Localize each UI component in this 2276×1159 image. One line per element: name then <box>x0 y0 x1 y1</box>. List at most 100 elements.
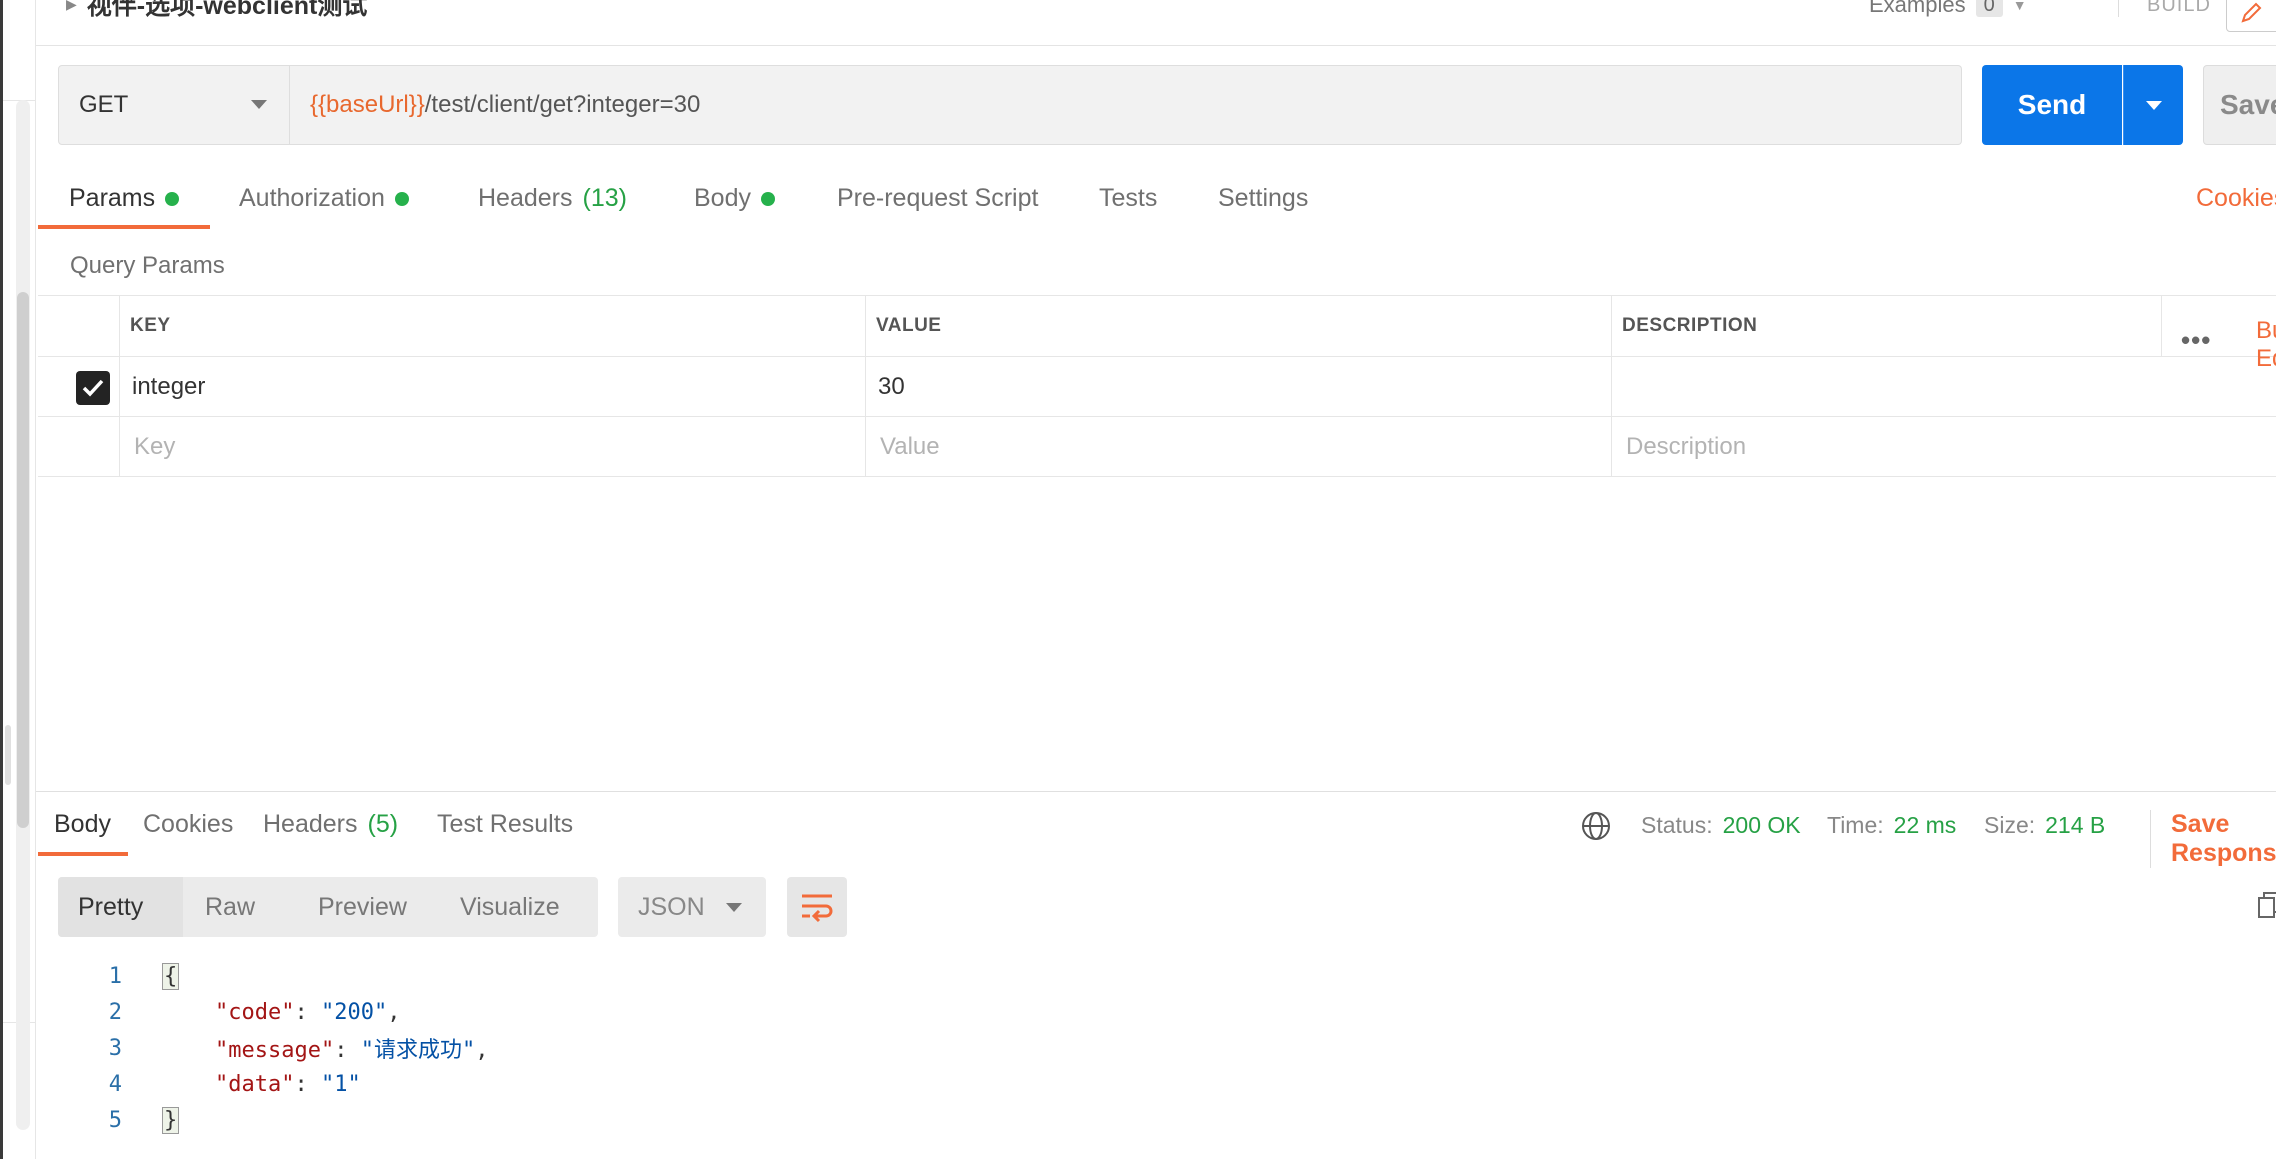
line-number: 4 <box>108 1071 122 1097</box>
sidebar-scrollbar-thumb[interactable] <box>17 292 29 828</box>
json-value: "1" <box>320 1071 361 1097</box>
json-value: "请求成功" <box>360 1038 476 1063</box>
param-enabled-checkbox[interactable] <box>76 371 110 405</box>
column-header-key: KEY <box>119 296 865 356</box>
response-format-tabs: Pretty Raw Preview Visualize <box>58 877 598 937</box>
tab-settings[interactable]: Settings <box>1218 176 1308 232</box>
tab-tests[interactable]: Tests <box>1099 176 1157 232</box>
more-options-icon[interactable]: ••• <box>2181 325 2211 356</box>
window-edge <box>0 0 3 1159</box>
json-comma: , <box>475 1038 489 1063</box>
request-tabs: Params Authorization Headers (13) Body Pr… <box>36 176 2276 232</box>
json-comma: , <box>387 999 401 1025</box>
json-key: "data" <box>214 1071 295 1097</box>
tab-label: Body <box>54 810 111 838</box>
examples-dropdown[interactable]: Examples 0 ▼ <box>1869 0 2027 18</box>
response-time: Time: 22 ms <box>1827 812 1956 839</box>
response-divider[interactable] <box>36 791 2276 792</box>
size-value: 214 B <box>2045 812 2106 838</box>
tab-label: Authorization <box>239 184 385 212</box>
tab-count: (5) <box>367 810 399 838</box>
param-value-cell[interactable]: 30 <box>865 357 1611 416</box>
request-editor: ▶ 视伴-选项-webclient测试 Examples 0 ▼ BUILD G… <box>36 0 2276 1159</box>
tab-label: Body <box>694 184 751 212</box>
key-placeholder-input[interactable]: Key <box>119 417 865 476</box>
format-pretty[interactable]: Pretty <box>58 877 183 937</box>
edit-button[interactable] <box>2226 0 2276 32</box>
response-tab-test-results[interactable]: Test Results <box>437 810 573 839</box>
tab-body[interactable]: Body <box>694 176 775 232</box>
send-options-button[interactable] <box>2123 65 2183 145</box>
cookies-link[interactable]: Cookies <box>2196 184 2276 213</box>
json-key: "code" <box>214 999 295 1025</box>
sidebar-resize-handle[interactable] <box>5 725 11 785</box>
close-brace: } <box>162 1106 180 1134</box>
line-number: 1 <box>108 963 122 989</box>
language-select[interactable]: JSON <box>618 877 766 937</box>
description-placeholder-input[interactable]: Description <box>1611 417 2276 476</box>
tab-params[interactable]: Params <box>69 176 180 232</box>
response-tab-headers[interactable]: Headers (5) <box>263 810 398 839</box>
param-description-cell[interactable] <box>1611 357 2276 416</box>
tab-label: Settings <box>1218 184 1309 212</box>
checkmark-icon <box>82 379 104 397</box>
active-tab-indicator <box>38 225 210 229</box>
request-header-bar: ▶ 视伴-选项-webclient测试 Examples 0 ▼ BUILD <box>36 0 2276 46</box>
tab-count: (13) <box>582 184 627 212</box>
expand-caret-icon[interactable]: ▶ <box>66 0 77 13</box>
tab-label: Params <box>69 184 156 212</box>
tab-label: Headers <box>263 810 358 838</box>
url-variable: {{baseUrl}} <box>310 91 425 118</box>
tab-label: Tests <box>1099 184 1158 212</box>
tab-label: Cookies <box>143 810 234 838</box>
save-button[interactable]: Save <box>2203 65 2276 145</box>
wrap-lines-button[interactable] <box>787 877 847 937</box>
tab-label: Test Results <box>437 810 574 838</box>
examples-count-badge: 0 <box>1975 0 2003 17</box>
tab-authorization[interactable]: Authorization <box>239 176 409 232</box>
method-value: GET <box>79 91 129 118</box>
request-title[interactable]: ▶ 视伴-选项-webclient测试 <box>66 0 367 22</box>
response-tab-cookies[interactable]: Cookies <box>143 810 233 839</box>
column-header-description: DESCRIPTION <box>1611 296 2276 356</box>
value-placeholder-input[interactable]: Value <box>865 417 1611 476</box>
status-dot-icon <box>165 192 180 206</box>
active-response-tab-indicator <box>38 852 128 856</box>
code-line: 4 "data": "1" <box>36 1066 2276 1102</box>
url-input[interactable]: {{baseUrl}}/test/client/get?integer=30 <box>290 65 1962 145</box>
copy-icon[interactable] <box>2258 892 2276 918</box>
tab-headers[interactable]: Headers (13) <box>478 176 627 232</box>
table-row-empty: Key Value Description <box>38 417 2276 477</box>
param-key-cell[interactable]: integer <box>119 357 865 416</box>
tab-label: Headers <box>478 184 573 212</box>
time-label: Time: <box>1827 812 1884 838</box>
json-key: "message" <box>214 1038 335 1063</box>
url-path: /test/client/get?integer=30 <box>424 91 701 118</box>
format-visualize[interactable]: Visualize <box>440 877 580 937</box>
query-params-heading: Query Params <box>70 252 225 279</box>
method-select[interactable]: GET <box>58 65 290 145</box>
column-divider <box>2161 296 2162 356</box>
code-line: 5 } <box>36 1102 2276 1138</box>
format-raw[interactable]: Raw <box>185 877 275 937</box>
response-status: Status: 200 OK <box>1641 812 1801 839</box>
code-line: 2 "code": "200", <box>36 994 2276 1030</box>
format-preview[interactable]: Preview <box>298 877 427 937</box>
response-size: Size: 214 B <box>1984 812 2105 839</box>
response-tab-body[interactable]: Body <box>54 810 111 839</box>
tab-label: Pre-request Script <box>837 184 1039 212</box>
code-line: 3 "message": "请求成功", <box>36 1030 2276 1066</box>
send-button[interactable]: Send <box>1982 65 2122 145</box>
chevron-down-icon <box>251 100 267 109</box>
status-label: Status: <box>1641 812 1713 838</box>
build-mode-label[interactable]: BUILD <box>2118 0 2211 17</box>
globe-icon[interactable] <box>1581 811 1611 841</box>
line-number: 3 <box>108 1035 122 1061</box>
save-response-button[interactable]: Save Response <box>2150 810 2276 868</box>
chevron-down-icon: ▼ <box>2012 0 2027 13</box>
pencil-icon <box>2241 2 2262 23</box>
request-title-text: 视伴-选项-webclient测试 <box>86 0 368 20</box>
chevron-down-icon <box>2146 101 2162 110</box>
tab-pre-request-script[interactable]: Pre-request Script <box>837 176 1038 232</box>
status-dot-icon <box>760 192 775 206</box>
